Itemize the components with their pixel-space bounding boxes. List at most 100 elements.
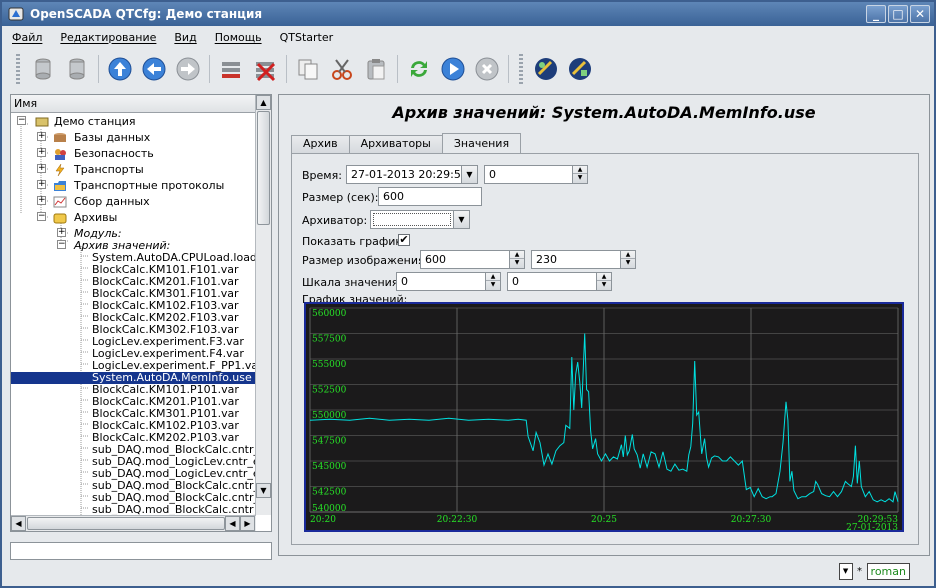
time-datetime-field[interactable]: 27-01-2013 20:29:53 ▼ xyxy=(346,165,478,184)
show-graph-checkbox[interactable]: ✔ xyxy=(398,234,410,246)
toolbar-grip[interactable] xyxy=(519,54,523,84)
image-width-spinbox[interactable]: 600 ▲ ▼ xyxy=(420,250,525,269)
tab-archivers[interactable]: Архиваторы xyxy=(348,135,443,153)
tab-archive[interactable]: Архив xyxy=(291,135,350,153)
navigation-tree[interactable]: Имя − Демо станция + Базы данных + Безоп… xyxy=(10,94,272,532)
y-tick-label: 555000 xyxy=(312,360,347,370)
menu-view[interactable]: Вид xyxy=(174,31,196,44)
tree-item-daq[interactable]: Сбор данных xyxy=(74,196,150,208)
time-usec-value: 0 xyxy=(489,168,496,181)
spin-buttons[interactable]: ▲ ▼ xyxy=(620,251,635,268)
expand-toggle[interactable]: + xyxy=(37,196,46,205)
close-window-button[interactable]: ✕ xyxy=(910,5,930,23)
image-height-spinbox[interactable]: 230 ▲ ▼ xyxy=(531,250,636,269)
image-height-value: 230 xyxy=(536,253,557,266)
add-item-icon[interactable] xyxy=(216,54,246,84)
openscada-logo-icon xyxy=(8,7,24,21)
up-icon[interactable] xyxy=(105,54,135,84)
tab-values[interactable]: Значения xyxy=(441,133,522,153)
chevron-down-icon[interactable]: ▼ xyxy=(838,563,853,580)
vision-module-icon[interactable] xyxy=(565,54,595,84)
scale-max-value: 0 xyxy=(512,275,519,288)
delete-item-icon[interactable] xyxy=(250,54,280,84)
tree-item-databases[interactable]: Базы данных xyxy=(74,132,150,144)
menu-qtstarter[interactable]: QTStarter xyxy=(280,31,334,44)
tree-leaf-item[interactable]: sub_DAQ.mod_BlockCalc.cntr_Ar xyxy=(92,504,256,516)
expand-toggle[interactable]: + xyxy=(37,164,46,173)
size-label: Размер (сек): xyxy=(302,191,379,204)
tree-item-protocols[interactable]: Транспортные протоколы xyxy=(74,180,224,192)
menu-bar: Файл Редактирование Вид Помощь QTStarter xyxy=(2,26,934,48)
spin-buttons[interactable]: ▲ ▼ xyxy=(509,251,524,268)
archiver-select[interactable]: ▼ xyxy=(370,210,470,229)
spin-buttons[interactable]: ▲ ▼ xyxy=(596,273,611,290)
tree-header[interactable]: Имя xyxy=(11,95,271,113)
modified-marker: * xyxy=(857,566,863,577)
user-indicator[interactable]: roman xyxy=(866,563,910,580)
menu-edit[interactable]: Редактирование xyxy=(60,31,156,44)
expand-toggle[interactable]: + xyxy=(37,180,46,189)
scale-min-spinbox[interactable]: 0 ▲ ▼ xyxy=(396,272,501,291)
size-input[interactable]: 600 xyxy=(378,187,482,206)
x-tick-label: 20:20 xyxy=(310,515,336,525)
archiver-label: Архиватор: xyxy=(302,214,368,227)
collapse-root-toggle[interactable]: − xyxy=(17,116,26,125)
status-message-field xyxy=(10,542,272,560)
scroll-thumb[interactable] xyxy=(27,517,225,530)
scroll-right-button[interactable]: ▶ xyxy=(240,516,255,531)
start-icon[interactable] xyxy=(438,54,468,84)
refresh-icon[interactable] xyxy=(404,54,434,84)
scroll-up-button[interactable]: ▲ xyxy=(256,95,271,110)
scale-max-spinbox[interactable]: 0 ▲ ▼ xyxy=(507,272,612,291)
qtcfg-module-icon[interactable] xyxy=(531,54,561,84)
content-panel: Архив значений: System.AutoDA.MemInfo.us… xyxy=(278,94,930,556)
stop-icon[interactable] xyxy=(472,54,502,84)
copy-icon[interactable] xyxy=(293,54,323,84)
lightning-icon xyxy=(55,164,65,176)
forward-icon[interactable] xyxy=(173,54,203,84)
paste-icon[interactable] xyxy=(361,54,391,84)
menu-file[interactable]: Файл xyxy=(12,31,42,44)
tree-horizontal-scrollbar[interactable]: ◀ ◀ ▶ xyxy=(11,515,256,531)
tree-item-transports[interactable]: Транспорты xyxy=(74,164,144,176)
back-icon[interactable] xyxy=(139,54,169,84)
cut-icon[interactable] xyxy=(327,54,357,84)
tree-item-security[interactable]: Безопасность xyxy=(74,148,154,160)
toolbar-grip[interactable] xyxy=(16,54,20,84)
focus-rect xyxy=(373,213,451,226)
tree-root-label[interactable]: Демо станция xyxy=(54,116,136,128)
scroll-down-button[interactable]: ▼ xyxy=(256,483,271,498)
y-tick-label: 542500 xyxy=(312,488,347,498)
minimize-button[interactable]: _ xyxy=(866,5,886,23)
image-width-value: 600 xyxy=(425,253,446,266)
time-usec-spinbox[interactable]: 0 ▲ ▼ xyxy=(484,165,588,184)
values-tab-page: Время: 27-01-2013 20:29:53 ▼ 0 ▲ ▼ Размер… xyxy=(291,153,919,545)
db-load-icon[interactable] xyxy=(28,54,58,84)
chart-icon xyxy=(53,196,67,208)
spin-buttons[interactable]: ▲ ▼ xyxy=(572,166,587,183)
y-tick-label: 547500 xyxy=(312,437,347,447)
collapse-toggle[interactable]: − xyxy=(57,240,66,249)
expand-toggle[interactable]: + xyxy=(37,132,46,141)
scroll-left-button[interactable]: ◀ xyxy=(225,516,240,531)
db-save-icon[interactable] xyxy=(62,54,92,84)
spin-buttons[interactable]: ▲ ▼ xyxy=(485,273,500,290)
expand-toggle[interactable]: + xyxy=(57,228,66,237)
scroll-thumb[interactable] xyxy=(257,111,270,225)
users-icon xyxy=(55,149,66,160)
maximize-button[interactable]: □ xyxy=(888,5,908,23)
main-window: OpenSCADA QTCfg: Демо станция _ □ ✕ Файл… xyxy=(0,0,936,588)
station-icon xyxy=(35,117,49,127)
chevron-down-icon[interactable]: ▼ xyxy=(453,211,469,228)
toolbar-separator xyxy=(508,55,509,83)
tree-vertical-scrollbar[interactable]: ▲ ▼ xyxy=(255,95,271,515)
tree-body: − Демо станция + Базы данных + Безопасно… xyxy=(11,113,256,515)
tree-item-archives[interactable]: Архивы xyxy=(74,212,117,224)
status-bar: ▼ * roman xyxy=(838,563,910,580)
menu-help[interactable]: Помощь xyxy=(215,31,262,44)
time-value: 27-01-2013 20:29:53 xyxy=(351,168,468,181)
expand-toggle[interactable]: + xyxy=(37,148,46,157)
chevron-down-icon[interactable]: ▼ xyxy=(461,166,477,183)
scroll-left-button[interactable]: ◀ xyxy=(11,516,26,531)
collapse-toggle[interactable]: − xyxy=(37,212,46,221)
